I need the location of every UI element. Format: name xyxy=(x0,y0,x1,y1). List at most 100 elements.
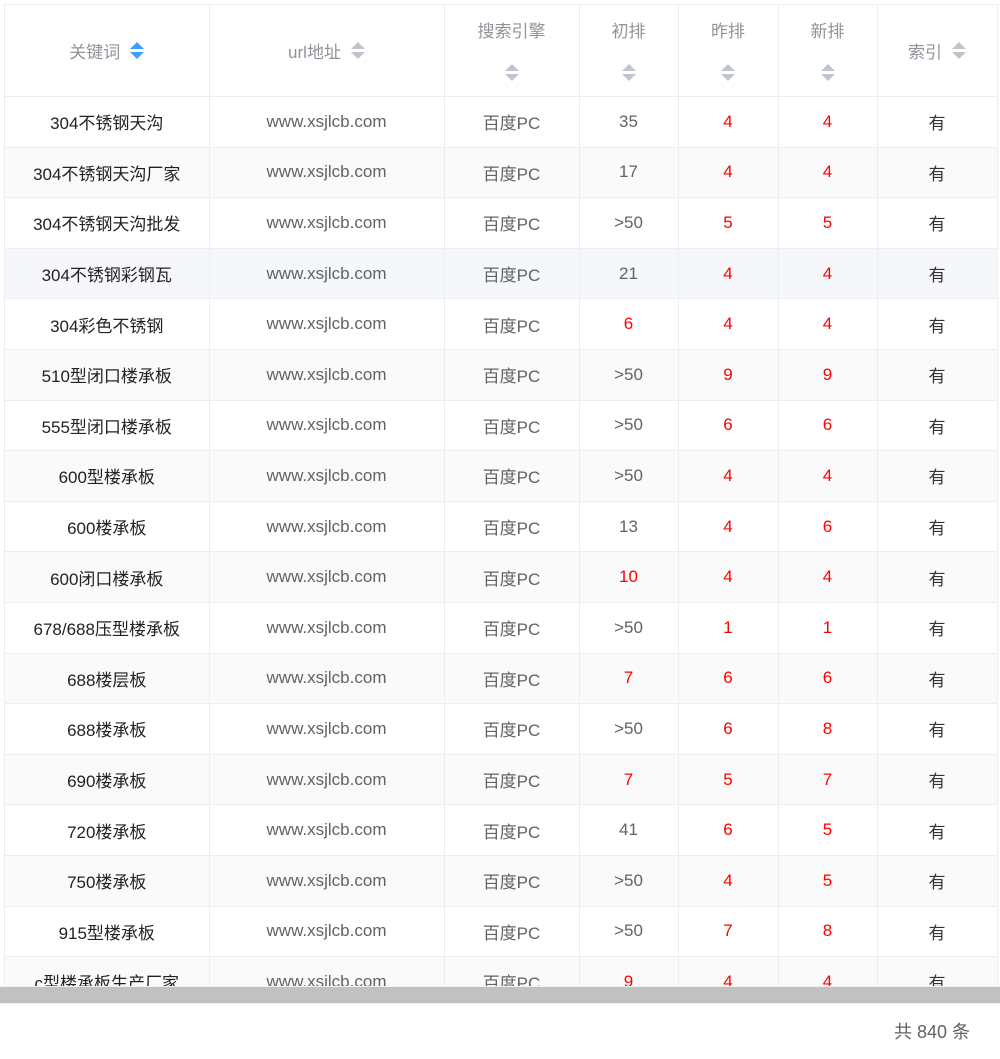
cell-engine: 百度PC xyxy=(444,855,580,907)
column-header-label: 搜索引擎 xyxy=(477,22,546,41)
cell-yesterday-rank: 6 xyxy=(678,804,779,856)
cell-yesterday-rank: 4 xyxy=(678,147,779,199)
cell-new-rank: 6 xyxy=(778,501,878,553)
cell-initial-rank: 17 xyxy=(579,147,679,199)
cell-url: www.xsjlcb.com xyxy=(209,703,445,755)
cell-new-rank: 5 xyxy=(778,197,878,249)
cell-new-rank: 9 xyxy=(778,349,878,401)
table-row[interactable]: 304不锈钢天沟批发 www.xsjlcb.com 百度PC >50 5 5 有 xyxy=(5,197,998,249)
column-header-url[interactable]: url地址 xyxy=(209,5,445,97)
table-row[interactable]: 304不锈钢天沟 www.xsjlcb.com 百度PC 35 4 4 有 xyxy=(5,96,998,148)
cell-new-rank: 4 xyxy=(778,248,878,300)
cell-keyword: 750楼承板 xyxy=(5,855,210,907)
cell-url: www.xsjlcb.com xyxy=(209,653,445,705)
horizontal-scrollbar[interactable] xyxy=(0,986,1000,1004)
sort-icon[interactable] xyxy=(350,42,365,59)
sort-icon[interactable] xyxy=(504,64,519,81)
cell-keyword: 688楼承板 xyxy=(5,703,210,755)
cell-engine: 百度PC xyxy=(444,754,580,806)
table-row[interactable]: 600闭口楼承板 www.xsjlcb.com 百度PC 10 4 4 有 xyxy=(5,551,998,603)
cell-url: www.xsjlcb.com xyxy=(209,147,445,199)
cell-engine: 百度PC xyxy=(444,906,580,958)
cell-initial-rank: 13 xyxy=(579,501,679,553)
cell-new-rank: 4 xyxy=(778,450,878,502)
cell-yesterday-rank: 9 xyxy=(678,349,779,401)
table-row[interactable]: 304不锈钢天沟厂家 www.xsjlcb.com 百度PC 17 4 4 有 xyxy=(5,147,998,199)
cell-index: 有 xyxy=(877,450,998,502)
cell-index: 有 xyxy=(877,703,998,755)
table-row[interactable]: 915型楼承板 www.xsjlcb.com 百度PC >50 7 8 有 xyxy=(5,906,998,958)
cell-keyword: c型楼承板生产厂家 xyxy=(5,956,210,986)
cell-url: www.xsjlcb.com xyxy=(209,248,445,300)
cell-keyword: 678/688压型楼承板 xyxy=(5,602,210,654)
column-header-yesterday-rank[interactable]: 昨排 xyxy=(678,5,779,97)
table-row[interactable]: 510型闭口楼承板 www.xsjlcb.com 百度PC >50 9 9 有 xyxy=(5,349,998,401)
table-header-row: 关键词 url地址 搜索引擎 初排 昨排 新排 索引 xyxy=(5,5,998,97)
column-header-engine[interactable]: 搜索引擎 xyxy=(444,5,580,97)
cell-initial-rank: 41 xyxy=(579,804,679,856)
sort-icon[interactable] xyxy=(820,64,835,81)
cell-keyword: 688楼层板 xyxy=(5,653,210,705)
cell-index: 有 xyxy=(877,400,998,452)
cell-index: 有 xyxy=(877,501,998,553)
cell-engine: 百度PC xyxy=(444,450,580,502)
table-row[interactable]: 690楼承板 www.xsjlcb.com 百度PC 7 5 7 有 xyxy=(5,754,998,806)
cell-initial-rank: >50 xyxy=(579,906,679,958)
cell-initial-rank: 6 xyxy=(579,298,679,350)
column-header-initial-rank[interactable]: 初排 xyxy=(579,5,679,97)
cell-index: 有 xyxy=(877,956,998,986)
table-row[interactable]: 688楼层板 www.xsjlcb.com 百度PC 7 6 6 有 xyxy=(5,653,998,705)
cell-url: www.xsjlcb.com xyxy=(209,96,445,148)
cell-yesterday-rank: 4 xyxy=(678,96,779,148)
table-row[interactable]: 750楼承板 www.xsjlcb.com 百度PC >50 4 5 有 xyxy=(5,855,998,907)
column-header-index[interactable]: 索引 xyxy=(877,5,998,97)
column-header-new-rank[interactable]: 新排 xyxy=(778,5,878,97)
cell-yesterday-rank: 6 xyxy=(678,400,779,452)
cell-new-rank: 4 xyxy=(778,956,878,986)
cell-index: 有 xyxy=(877,754,998,806)
cell-url: www.xsjlcb.com xyxy=(209,754,445,806)
cell-initial-rank: 35 xyxy=(579,96,679,148)
cell-initial-rank: >50 xyxy=(579,602,679,654)
cell-yesterday-rank: 4 xyxy=(678,298,779,350)
cell-url: www.xsjlcb.com xyxy=(209,501,445,553)
cell-new-rank: 8 xyxy=(778,906,878,958)
cell-engine: 百度PC xyxy=(444,956,580,986)
cell-keyword: 304彩色不锈钢 xyxy=(5,298,210,350)
cell-engine: 百度PC xyxy=(444,349,580,401)
sort-icon[interactable] xyxy=(721,64,735,81)
cell-index: 有 xyxy=(877,96,998,148)
column-header-keyword[interactable]: 关键词 xyxy=(5,5,210,97)
cell-initial-rank: 9 xyxy=(579,956,679,986)
column-header-label: 初排 xyxy=(611,22,646,41)
cell-engine: 百度PC xyxy=(444,197,580,249)
cell-keyword: 304不锈钢天沟批发 xyxy=(5,197,210,249)
cell-engine: 百度PC xyxy=(444,551,580,603)
sort-icon[interactable] xyxy=(952,42,966,59)
table-row[interactable]: 600楼承板 www.xsjlcb.com 百度PC 13 4 6 有 xyxy=(5,501,998,553)
cell-initial-rank: >50 xyxy=(579,197,679,249)
cell-initial-rank: 7 xyxy=(579,754,679,806)
cell-yesterday-rank: 4 xyxy=(678,855,779,907)
table-row[interactable]: c型楼承板生产厂家 www.xsjlcb.com 百度PC 9 4 4 有 xyxy=(5,956,998,986)
table-row[interactable]: 678/688压型楼承板 www.xsjlcb.com 百度PC >50 1 1 有 xyxy=(5,602,998,654)
sort-icon[interactable] xyxy=(621,64,636,81)
cell-index: 有 xyxy=(877,551,998,603)
scrollbar-thumb[interactable] xyxy=(0,987,1000,1003)
table-row[interactable]: 688楼承板 www.xsjlcb.com 百度PC >50 6 8 有 xyxy=(5,703,998,755)
table-row[interactable]: 304彩色不锈钢 www.xsjlcb.com 百度PC 6 4 4 有 xyxy=(5,298,998,350)
cell-initial-rank: >50 xyxy=(579,349,679,401)
cell-new-rank: 7 xyxy=(778,754,878,806)
table-row[interactable]: 304不锈钢彩钢瓦 www.xsjlcb.com 百度PC 21 4 4 有 xyxy=(5,248,998,300)
table-row[interactable]: 555型闭口楼承板 www.xsjlcb.com 百度PC >50 6 6 有 xyxy=(5,400,998,452)
cell-keyword: 304不锈钢天沟 xyxy=(5,96,210,148)
sort-icon[interactable] xyxy=(130,42,145,59)
cell-url: www.xsjlcb.com xyxy=(209,804,445,856)
cell-index: 有 xyxy=(877,197,998,249)
cell-url: www.xsjlcb.com xyxy=(209,450,445,502)
cell-url: www.xsjlcb.com xyxy=(209,906,445,958)
table-row[interactable]: 720楼承板 www.xsjlcb.com 百度PC 41 6 5 有 xyxy=(5,804,998,856)
cell-yesterday-rank: 6 xyxy=(678,653,779,705)
table-row[interactable]: 600型楼承板 www.xsjlcb.com 百度PC >50 4 4 有 xyxy=(5,450,998,502)
cell-yesterday-rank: 4 xyxy=(678,956,779,986)
